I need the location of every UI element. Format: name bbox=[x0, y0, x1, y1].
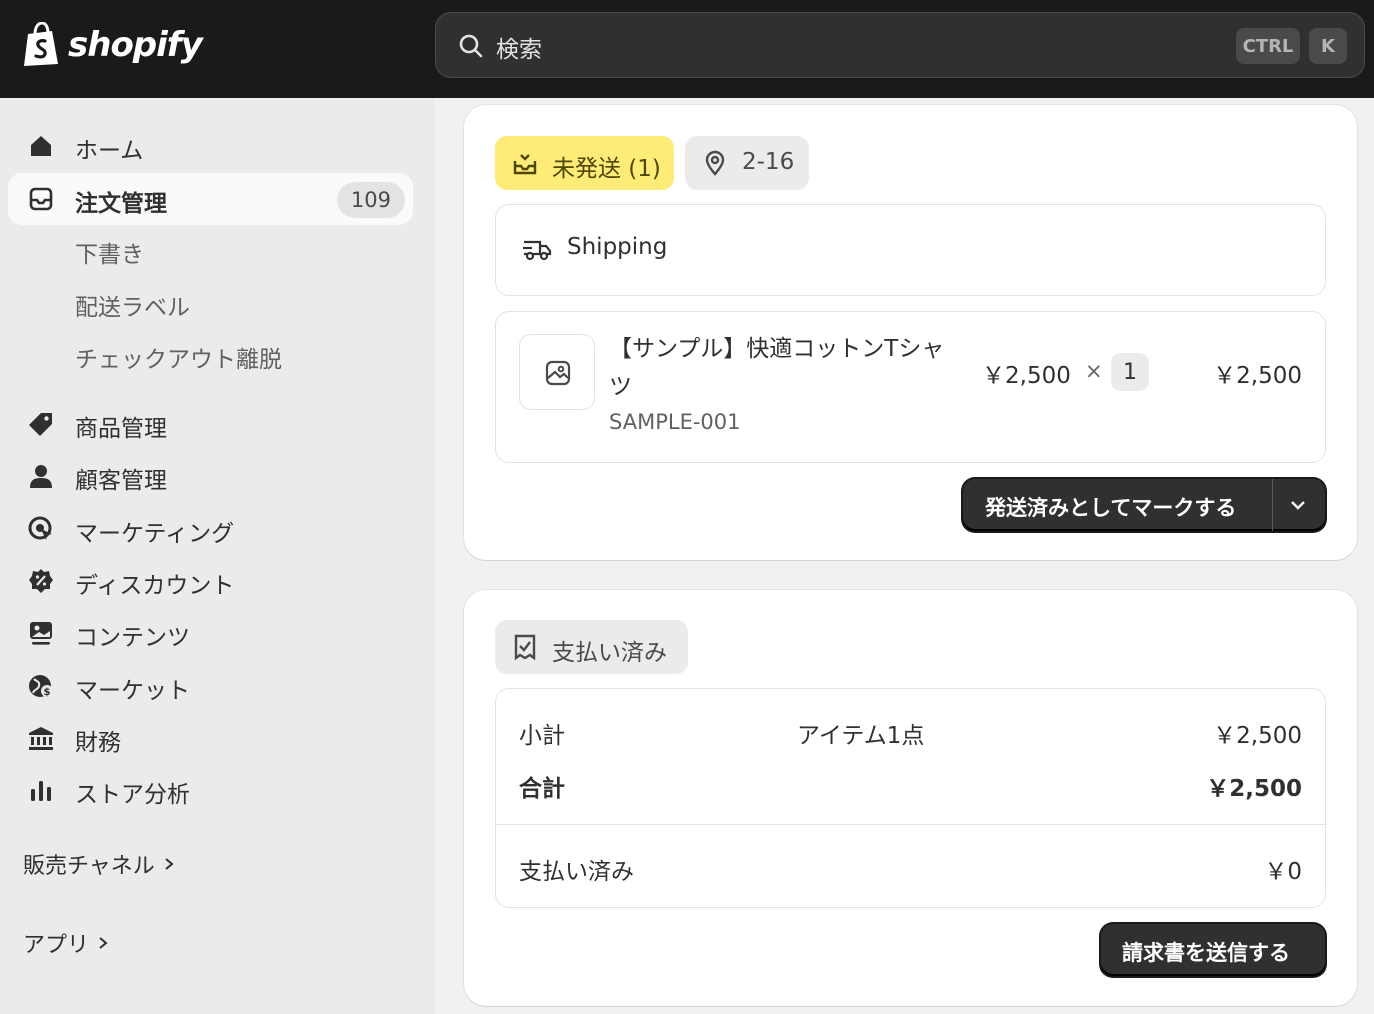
brand-name: shopify bbox=[68, 25, 203, 65]
globe-icon: $ bbox=[29, 675, 53, 698]
person-icon bbox=[30, 465, 52, 488]
quantity-badge: 1 bbox=[1111, 353, 1149, 391]
sidebar-subitem-drafts[interactable]: 下書き bbox=[75, 235, 144, 269]
button-divider bbox=[1272, 479, 1273, 531]
search-placeholder: 検索 bbox=[496, 37, 542, 63]
subtotal-value: ￥2,500 bbox=[1213, 723, 1302, 749]
package-icon bbox=[513, 154, 537, 175]
line-item: 【サンプル】快適コットンTシャツ SAMPLE-001 ￥2,500 × 1 ￥… bbox=[495, 311, 1326, 463]
bank-icon bbox=[29, 727, 53, 750]
sidebar-item-label: コンテンツ bbox=[75, 625, 190, 651]
search-icon bbox=[459, 34, 483, 58]
sidebar-subitem-abandoned-checkouts[interactable]: チェックアウト離脱 bbox=[75, 340, 282, 374]
image-icon bbox=[30, 622, 52, 645]
total-label: 合計 bbox=[519, 776, 565, 802]
location-pin-icon bbox=[705, 150, 725, 176]
payment-summary: 小計 アイテム1点 ￥2,500 合計 ￥2,500 支払い済み ￥0 bbox=[495, 688, 1326, 908]
sidebar-item-label: 顧客管理 bbox=[75, 468, 167, 494]
send-invoice-button[interactable]: 請求書を送信する bbox=[1101, 924, 1325, 976]
truck-icon bbox=[523, 240, 552, 261]
sidebar-item-analytics[interactable]: ストア分析 bbox=[8, 764, 413, 816]
shopify-logo[interactable]: shopify bbox=[22, 22, 203, 68]
paid-status-badge: 支払い済み bbox=[495, 620, 688, 674]
multiply-sign: × bbox=[1085, 359, 1103, 383]
apps-link[interactable]: アプリ bbox=[23, 927, 109, 959]
inbox-icon bbox=[29, 187, 53, 211]
search-bar[interactable]: 検索 CTRL K bbox=[435, 12, 1365, 78]
chevron-right-icon bbox=[165, 858, 174, 870]
send-invoice-label: 請求書を送信する bbox=[1122, 941, 1290, 965]
sidebar-item-finance[interactable]: 財務 bbox=[8, 712, 413, 764]
product-sku: SAMPLE-001 bbox=[609, 410, 741, 434]
tag-icon bbox=[29, 413, 52, 436]
sidebar-item-home[interactable]: ホーム bbox=[8, 120, 413, 172]
shortcut-k-key: K bbox=[1309, 28, 1347, 64]
line-total: ￥2,500 bbox=[1213, 363, 1302, 389]
shipping-method-label: Shipping bbox=[567, 234, 668, 260]
apps-label: アプリ bbox=[23, 933, 90, 958]
sidebar-item-label: マーケティング bbox=[75, 521, 235, 547]
paid-amount-value: ￥0 bbox=[1264, 859, 1302, 885]
sidebar-item-label: 注文管理 bbox=[75, 191, 167, 217]
sidebar-item-marketing[interactable]: マーケティング bbox=[8, 503, 413, 555]
shopify-bag-icon bbox=[24, 22, 58, 66]
summary-divider bbox=[496, 824, 1325, 825]
subtotal-item-count: アイテム1点 bbox=[797, 723, 925, 749]
orders-count-badge: 109 bbox=[336, 182, 405, 218]
paid-amount-label: 支払い済み bbox=[519, 859, 634, 885]
unfulfilled-status-label: 未発送 (1) bbox=[552, 156, 661, 182]
unfulfilled-status-badge: 未発送 (1) bbox=[495, 136, 674, 190]
product-title-link[interactable]: 【サンプル】快適コットンTシャツ bbox=[609, 330, 949, 406]
product-thumbnail[interactable] bbox=[519, 334, 595, 410]
image-placeholder-icon bbox=[545, 360, 571, 386]
shipping-method-box: Shipping bbox=[495, 204, 1326, 296]
shortcut-ctrl-key: CTRL bbox=[1236, 28, 1300, 64]
sidebar-item-label: 商品管理 bbox=[75, 416, 167, 442]
chevron-down-icon[interactable] bbox=[1288, 495, 1308, 515]
sidebar-item-label: ホーム bbox=[75, 138, 144, 164]
location-label: 2-16 bbox=[742, 149, 795, 175]
sidebar-item-customers[interactable]: 顧客管理 bbox=[8, 450, 413, 502]
bar-chart-icon bbox=[31, 781, 51, 801]
sidebar-item-label: 財務 bbox=[75, 730, 121, 756]
location-badge: 2-16 bbox=[685, 136, 809, 190]
sidebar-item-label: ストア分析 bbox=[75, 782, 190, 808]
target-icon bbox=[28, 516, 52, 540]
unit-price: ￥2,500 bbox=[982, 363, 1071, 389]
sidebar: ホーム 注文管理 109 下書き 配送ラベル チェックアウト離脱 商品管理 顧客… bbox=[0, 98, 435, 1014]
mark-as-fulfilled-button[interactable]: 発送済みとしてマークする bbox=[963, 479, 1325, 531]
chevron-right-icon bbox=[99, 937, 108, 949]
discount-icon bbox=[29, 569, 53, 593]
sales-channels-link[interactable]: 販売チャネル bbox=[23, 848, 175, 880]
top-bar: shopify 検索 CTRL K bbox=[0, 0, 1374, 98]
sidebar-item-discounts[interactable]: ディスカウント bbox=[8, 555, 413, 607]
mark-as-fulfilled-label: 発送済みとしてマークする bbox=[985, 496, 1237, 520]
sidebar-item-label: ディスカウント bbox=[75, 573, 235, 599]
svg-text:$: $ bbox=[44, 687, 51, 698]
payment-card: 支払い済み 小計 アイテム1点 ￥2,500 合計 ￥2,500 支払い済み ￥… bbox=[464, 590, 1357, 1006]
home-icon bbox=[31, 136, 51, 156]
receipt-check-icon bbox=[514, 634, 536, 661]
sidebar-item-products[interactable]: 商品管理 bbox=[8, 398, 413, 450]
subtotal-label: 小計 bbox=[519, 723, 565, 749]
sidebar-item-label: マーケット bbox=[75, 678, 190, 704]
sidebar-item-markets[interactable]: $ マーケット bbox=[8, 660, 413, 712]
total-value: ￥2,500 bbox=[1206, 776, 1302, 802]
paid-status-label: 支払い済み bbox=[552, 640, 667, 666]
sidebar-subitem-shipping-labels[interactable]: 配送ラベル bbox=[75, 288, 190, 322]
sidebar-item-content[interactable]: コンテンツ bbox=[8, 607, 413, 659]
sidebar-item-orders[interactable]: 注文管理 109 bbox=[8, 173, 413, 225]
fulfillment-card: 未発送 (1) 2-16 Shipping 【サンプル】快適コットンTシャツ S… bbox=[464, 105, 1357, 560]
sales-channels-label: 販売チャネル bbox=[23, 854, 155, 879]
